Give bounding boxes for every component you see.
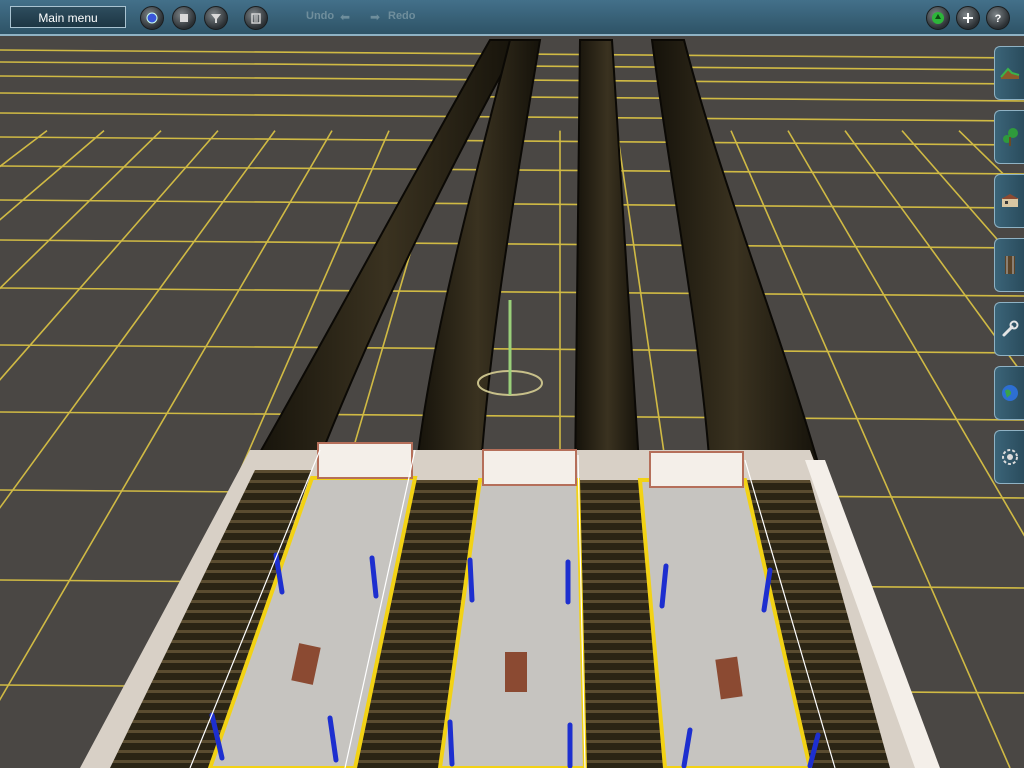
stop-icon: [180, 14, 188, 22]
help-icon: ?: [995, 13, 1002, 24]
wrench-tool-tab[interactable]: [994, 302, 1024, 356]
filter-icon: [211, 14, 221, 23]
terrain-icon: [999, 67, 1019, 79]
track-icon: [1004, 256, 1015, 274]
add-icon: [963, 13, 973, 23]
platform-wall-2: [482, 449, 577, 486]
globe-tool-tab[interactable]: [994, 366, 1024, 420]
add-button[interactable]: [956, 6, 980, 30]
go-button[interactable]: [926, 6, 950, 30]
top-toolbar: Main menu Undo ⬅ ➡ Redo ?: [0, 0, 1024, 36]
help-button[interactable]: ?: [986, 6, 1010, 30]
building-icon: [1000, 194, 1019, 207]
delete-tool-button[interactable]: [244, 6, 268, 30]
bench-2: [505, 652, 527, 692]
undo-arrow-icon: ⬅: [340, 10, 351, 24]
main-menu-button[interactable]: Main menu: [10, 6, 126, 28]
terrain-tool-tab[interactable]: [994, 46, 1024, 100]
settings-icon: [1001, 449, 1018, 465]
platform-wall-1: [317, 442, 413, 479]
settings-tool-tab[interactable]: [994, 430, 1024, 484]
delete-icon: [251, 13, 261, 24]
tree-icon: [1002, 128, 1018, 146]
globe-icon: [1001, 385, 1018, 401]
filter-tool-button[interactable]: [204, 6, 228, 30]
game-viewport[interactable]: Main menu Undo ⬅ ➡ Redo ?: [0, 0, 1024, 768]
redo-button[interactable]: Redo: [388, 10, 416, 22]
track-tool-tab[interactable]: [994, 238, 1024, 292]
object-icon: [146, 12, 158, 24]
go-icon: [932, 12, 944, 24]
redo-arrow-icon: ➡: [370, 10, 381, 24]
platform-wall-3: [649, 451, 744, 488]
svg-text:?: ?: [995, 13, 1002, 24]
building-tool-tab[interactable]: [994, 174, 1024, 228]
3d-scene[interactable]: [0, 0, 1024, 768]
stop-tool-button[interactable]: [172, 6, 196, 30]
object-tool-button[interactable]: [140, 6, 164, 30]
tree-tool-tab[interactable]: [994, 110, 1024, 164]
undo-button[interactable]: Undo: [306, 10, 334, 22]
wrench-icon: [1002, 320, 1018, 337]
